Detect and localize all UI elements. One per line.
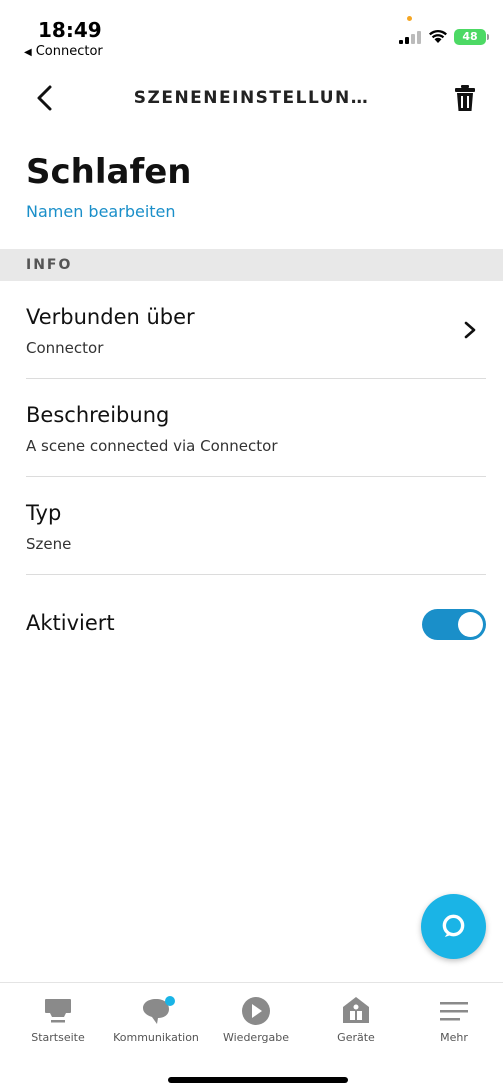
status-bar: 18:49 ◀ Connector 48 bbox=[0, 0, 503, 64]
type-title: Typ bbox=[26, 501, 62, 525]
connected-via-title: Verbunden über bbox=[26, 305, 195, 329]
tab-mehr[interactable]: Mehr bbox=[404, 983, 503, 1063]
cellular-signal-icon bbox=[399, 30, 421, 44]
tab-label: Kommunikation bbox=[113, 1031, 199, 1044]
page-title: SZENENEINSTELLUN… bbox=[133, 88, 370, 108]
toggle-knob bbox=[458, 612, 483, 637]
enabled-title: Aktiviert bbox=[26, 611, 115, 635]
home-icon bbox=[45, 999, 71, 1023]
play-icon bbox=[242, 997, 270, 1025]
navigation-bar: SZENENEINSTELLUN… bbox=[0, 70, 503, 126]
scene-name: Schlafen bbox=[26, 152, 192, 192]
battery-tip bbox=[487, 34, 489, 40]
tab-label: Startseite bbox=[31, 1031, 85, 1044]
status-time: 18:49 bbox=[38, 18, 102, 42]
description-row: Beschreibung A scene connected via Conne… bbox=[0, 379, 503, 477]
enabled-toggle[interactable] bbox=[422, 609, 486, 640]
back-app-label: Connector bbox=[35, 44, 103, 59]
chevron-left-icon[interactable] bbox=[34, 84, 58, 112]
info-section-header: INFO bbox=[0, 249, 503, 281]
battery-icon: 48 bbox=[454, 29, 486, 45]
chat-bubble-icon bbox=[143, 996, 175, 1024]
back-triangle-icon: ◀ bbox=[24, 47, 32, 58]
devices-icon bbox=[343, 997, 369, 1023]
back-to-app-link[interactable]: ◀ Connector bbox=[24, 44, 103, 59]
edit-name-link[interactable]: Namen bearbeiten bbox=[26, 202, 176, 221]
bottom-tab-bar: Startseite Kommunikation Wiedergabe Gerä… bbox=[0, 982, 503, 1062]
alexa-button[interactable] bbox=[421, 894, 486, 959]
tab-label: Geräte bbox=[337, 1031, 375, 1044]
tab-wiedergabe[interactable]: Wiedergabe bbox=[206, 983, 306, 1063]
privacy-indicator-dot bbox=[407, 16, 412, 21]
tab-kommunikation[interactable]: Kommunikation bbox=[106, 983, 206, 1063]
description-title: Beschreibung bbox=[26, 403, 170, 427]
type-value: Szene bbox=[26, 535, 72, 553]
menu-icon bbox=[440, 1002, 468, 1021]
alexa-ring-icon bbox=[442, 914, 465, 938]
type-row: Typ Szene bbox=[0, 477, 503, 575]
description-value: A scene connected via Connector bbox=[26, 437, 278, 455]
section-header-label: INFO bbox=[26, 257, 73, 273]
tab-label: Mehr bbox=[440, 1031, 468, 1044]
chevron-right-icon bbox=[464, 321, 476, 339]
tab-startseite[interactable]: Startseite bbox=[8, 983, 108, 1063]
home-indicator bbox=[168, 1077, 348, 1083]
trash-icon[interactable] bbox=[453, 84, 477, 112]
wifi-icon bbox=[429, 29, 447, 43]
connected-via-value: Connector bbox=[26, 339, 104, 357]
tab-geraete[interactable]: Geräte bbox=[306, 983, 406, 1063]
connected-via-row[interactable]: Verbunden über Connector bbox=[0, 281, 503, 379]
tab-label: Wiedergabe bbox=[222, 1031, 289, 1044]
